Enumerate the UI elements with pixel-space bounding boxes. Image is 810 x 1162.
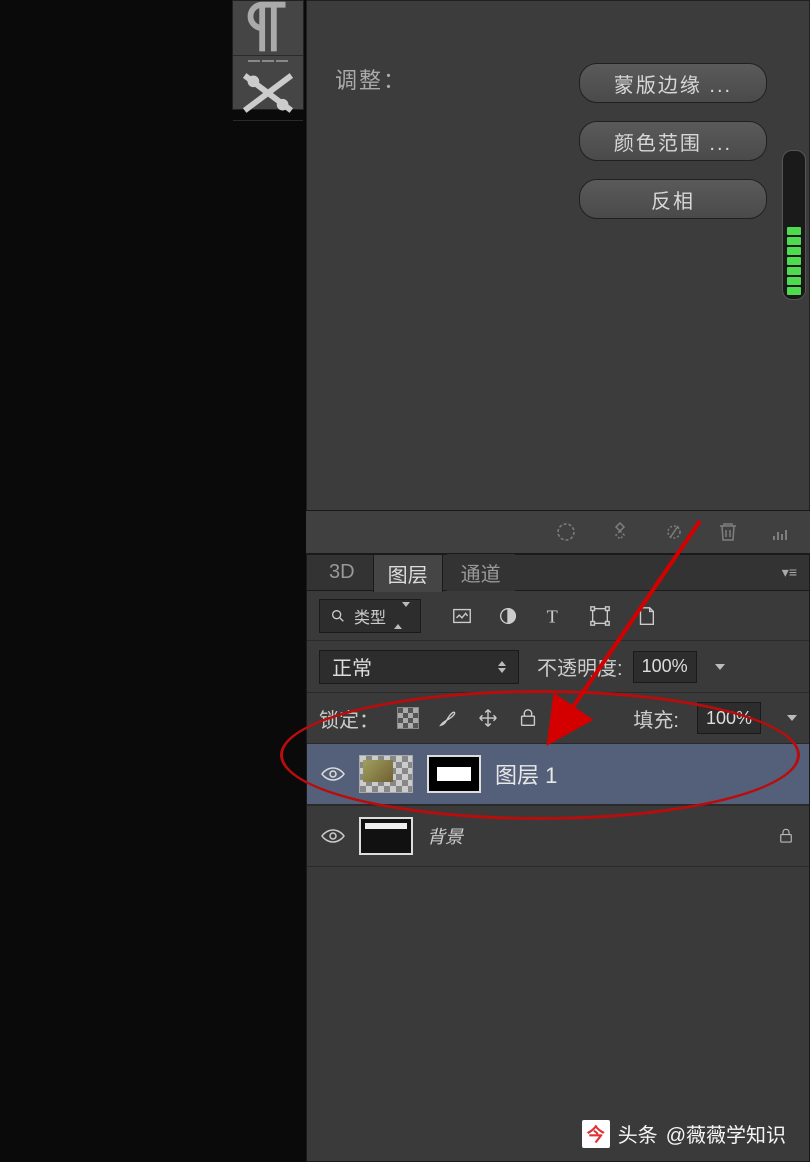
filter-type-select[interactable]: 类型 — [319, 599, 421, 633]
adjustment-filter-icon[interactable] — [497, 605, 519, 627]
tab-3d[interactable]: 3D — [315, 557, 369, 588]
layer-name[interactable]: 图层 1 — [495, 758, 557, 790]
side-toolbar — [232, 0, 304, 110]
adjustments-panel: 调整： 蒙版边缘 ... 颜色范围 ... 反相 — [306, 0, 810, 520]
layers-list: 图层 1 背景 — [307, 743, 809, 867]
lock-row: 锁定： 填充: 100% — [307, 693, 809, 743]
tab-layers[interactable]: 图层 — [373, 554, 443, 592]
background-layer-name[interactable]: 背景 — [427, 823, 463, 849]
panel-menu-icon[interactable]: ▾≡ — [782, 564, 797, 581]
shape-filter-icon[interactable] — [589, 605, 611, 627]
lock-label: 锁定： — [319, 704, 379, 733]
panel-action-row — [306, 510, 810, 554]
blend-mode-select[interactable]: 正常 — [319, 650, 519, 684]
layer-filter-row: 类型 T — [307, 591, 809, 641]
svg-text:T: T — [547, 606, 558, 626]
lock-brush-icon[interactable] — [437, 707, 459, 729]
pixel-filter-icon[interactable] — [451, 605, 473, 627]
tab-channels[interactable]: 通道 — [447, 554, 515, 591]
search-icon — [330, 608, 346, 624]
opacity-dropdown-icon[interactable] — [715, 664, 725, 670]
smart-filter-icon[interactable] — [635, 605, 657, 627]
visibility-icon[interactable] — [321, 766, 345, 782]
layers-panel: 3D 图层 通道 ▾≡ 类型 T 正常 不透明度: 100% 锁定： — [306, 554, 810, 1162]
lock-all-icon[interactable] — [517, 707, 539, 729]
blend-mode-row: 正常 不透明度: 100% — [307, 641, 809, 693]
fill-label: 填充: — [633, 704, 679, 733]
layer-row-background[interactable]: 背景 — [307, 805, 809, 867]
panel-tabs: 3D 图层 通道 ▾≡ — [307, 555, 809, 591]
fill-field[interactable]: 100% — [697, 702, 761, 734]
filter-type-label: 类型 — [354, 604, 386, 628]
layer-mask-thumbnail[interactable] — [427, 755, 481, 793]
fill-dropdown-icon[interactable] — [787, 715, 797, 721]
apply-mask-icon[interactable] — [662, 520, 686, 544]
load-selection-icon[interactable] — [608, 520, 632, 544]
blend-mode-value: 正常 — [332, 652, 372, 681]
histogram-icon[interactable] — [770, 520, 794, 544]
selection-icon[interactable] — [554, 520, 578, 544]
lock-icon — [777, 827, 795, 845]
tools-icon[interactable] — [233, 66, 303, 121]
watermark-author: @薇薇学知识 — [666, 1119, 786, 1148]
trash-icon[interactable] — [716, 520, 740, 544]
level-meter — [782, 150, 806, 300]
lock-transparency-icon[interactable] — [397, 707, 419, 729]
adjust-label: 调整： — [335, 63, 407, 95]
color-range-button[interactable]: 颜色范围 ... — [579, 121, 767, 161]
paragraph-icon[interactable] — [233, 1, 303, 56]
mask-edge-button[interactable]: 蒙版边缘 ... — [579, 63, 767, 103]
watermark: 今 头条 @薇薇学知识 — [582, 1119, 786, 1148]
opacity-label: 不透明度: — [537, 652, 623, 681]
layer-thumbnail[interactable] — [359, 755, 413, 793]
toutiao-logo-icon: 今 — [582, 1120, 610, 1148]
opacity-field[interactable]: 100% — [633, 651, 697, 683]
watermark-prefix: 头条 — [618, 1119, 658, 1148]
visibility-icon[interactable] — [321, 828, 345, 844]
text-filter-icon[interactable]: T — [543, 605, 565, 627]
invert-button[interactable]: 反相 — [579, 179, 767, 219]
layer-row-1[interactable]: 图层 1 — [307, 743, 809, 805]
lock-move-icon[interactable] — [477, 707, 499, 729]
layer-thumbnail[interactable] — [359, 817, 413, 855]
